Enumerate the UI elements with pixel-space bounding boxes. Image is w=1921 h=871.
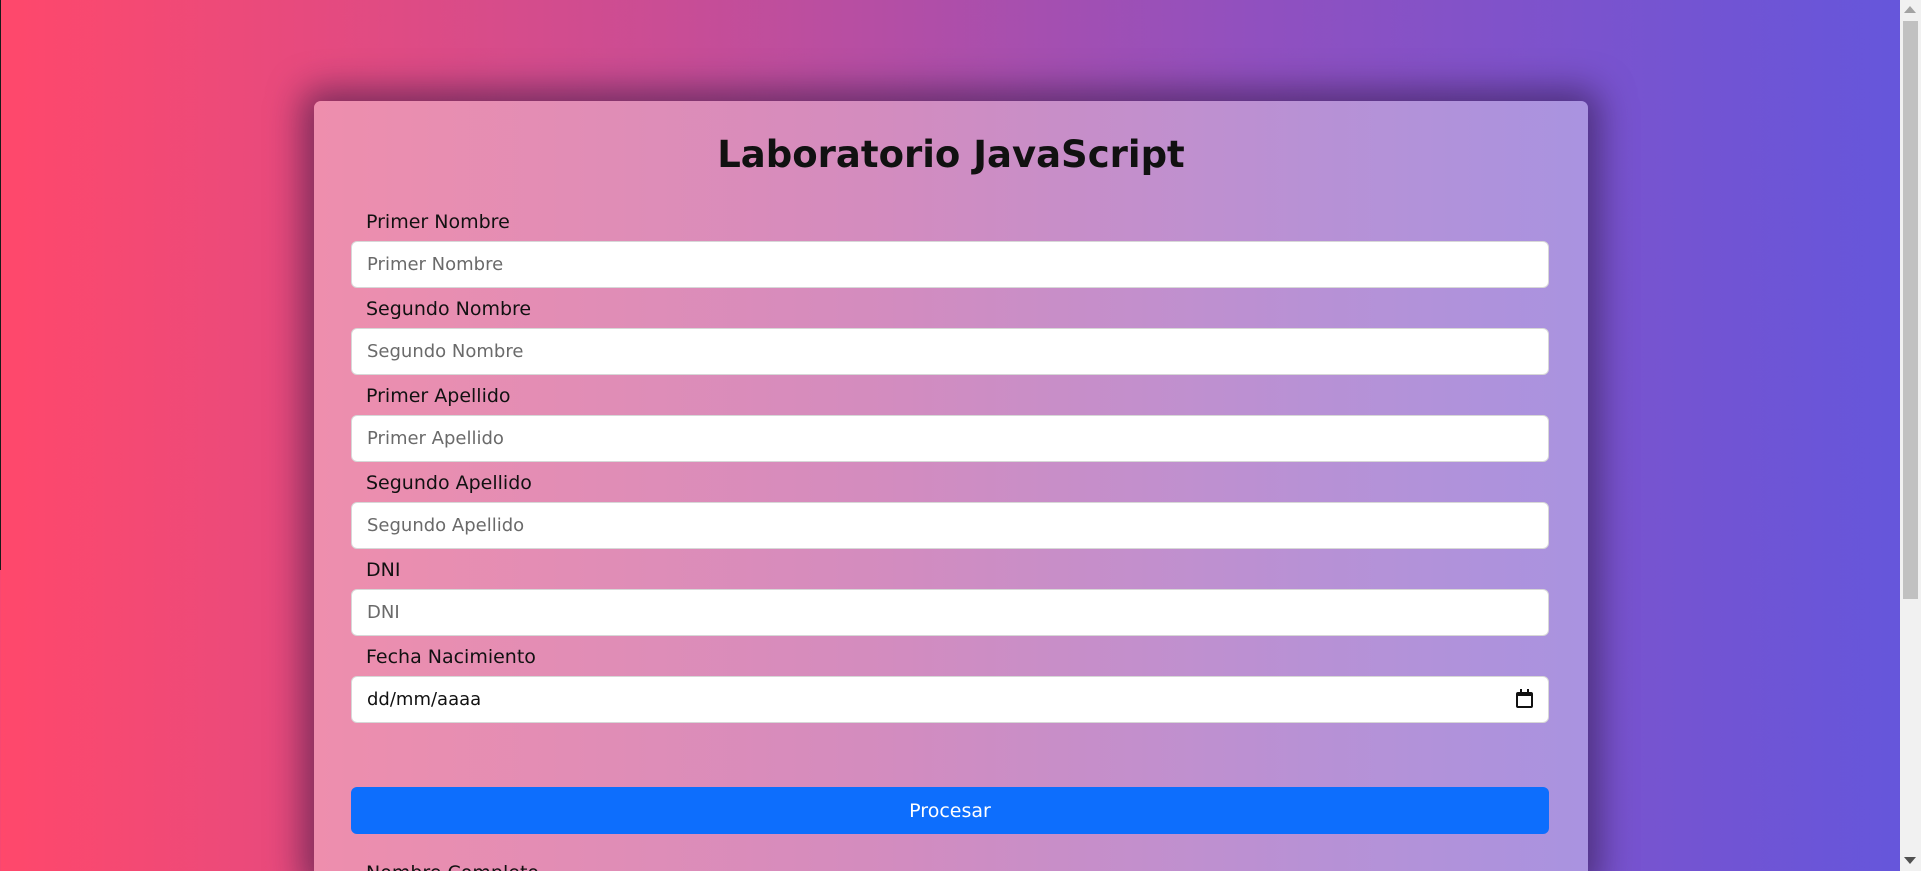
birth-date-value: dd/mm/aaaa xyxy=(367,689,482,710)
vertical-scrollbar[interactable] xyxy=(1900,0,1921,871)
scroll-down-icon[interactable] xyxy=(1904,857,1916,864)
calendar-icon[interactable] xyxy=(1516,688,1533,708)
form-card: Laboratorio JavaScript Primer Nombre Seg… xyxy=(314,101,1588,871)
birth-date-input[interactable]: dd/mm/aaaa xyxy=(351,676,1549,723)
second-name-label: Segundo Nombre xyxy=(366,298,532,320)
birth-date-label: Fecha Nacimiento xyxy=(366,646,536,668)
scroll-thumb[interactable] xyxy=(1903,21,1918,599)
process-button[interactable]: Procesar xyxy=(351,787,1549,834)
first-surname-label: Primer Apellido xyxy=(366,385,511,407)
scroll-up-icon[interactable] xyxy=(1904,6,1916,13)
first-name-label: Primer Nombre xyxy=(366,211,510,233)
first-surname-input[interactable] xyxy=(351,415,1549,462)
page-title: Laboratorio JavaScript xyxy=(717,133,1185,176)
second-name-input[interactable] xyxy=(351,328,1549,375)
dni-label: DNI xyxy=(366,559,401,581)
window-edge xyxy=(0,0,1,570)
dni-input[interactable] xyxy=(351,589,1549,636)
second-surname-label: Segundo Apellido xyxy=(366,472,532,494)
first-name-input[interactable] xyxy=(351,241,1549,288)
second-surname-input[interactable] xyxy=(351,502,1549,549)
full-name-label: Nombre Completo xyxy=(366,862,539,871)
